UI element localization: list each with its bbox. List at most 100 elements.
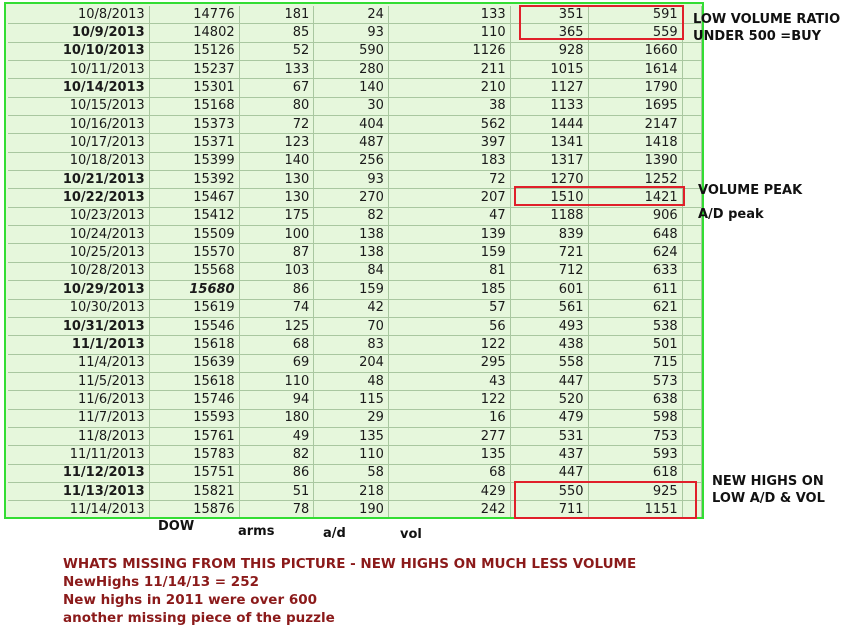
cell-ad: 42 [313, 299, 389, 318]
cell-arms: 123 [239, 133, 315, 153]
cell-date: 11/12/2013 [8, 464, 150, 483]
cell-col6: 1127 [510, 78, 589, 98]
cell-ad: 58 [313, 464, 389, 483]
cell-dow: 15373 [149, 115, 240, 135]
table-row: 11/6/2013 15746 94 115 122 520 638 [8, 390, 702, 410]
table-row: 10/30/2013 15619 74 42 57 561 621 [8, 299, 702, 318]
cell-col7: 648 [588, 225, 683, 245]
cell-date: 10/30/2013 [8, 299, 150, 318]
table-row: 11/7/2013 15593 180 29 16 479 598 [8, 409, 702, 428]
cell-col7: 593 [588, 445, 683, 465]
cell-date: 10/8/2013 [8, 6, 150, 25]
cell-arms: 69 [239, 354, 315, 373]
cell-vol: 57 [388, 299, 511, 318]
market-data-table: 10/8/2013 14776 181 24 133 351 591 10/9/2013 148… [8, 6, 702, 517]
cell-arms: 140 [239, 152, 315, 172]
cell-arms: 49 [239, 427, 315, 447]
cell-arms: 72 [239, 115, 315, 135]
highlight-box-volume-peak [514, 186, 685, 206]
cell-arms: 52 [239, 42, 315, 62]
data-grid: 10/8/2013 14776 181 24 133 351 591 10/9/2013 148… [4, 2, 704, 519]
cell-arms: 85 [239, 23, 315, 43]
cell-dow: 15399 [149, 152, 240, 172]
cell-arms: 87 [239, 243, 315, 263]
cell-date: 11/13/2013 [8, 482, 150, 502]
cell-arms: 67 [239, 78, 315, 98]
cell-arms: 175 [239, 207, 315, 227]
cell-arms: 86 [239, 464, 315, 483]
cell-dow: 15126 [149, 42, 240, 62]
cell-dow: 15237 [149, 60, 240, 80]
cell-ad: 93 [313, 170, 389, 190]
cell-col7: 1660 [588, 42, 683, 62]
cell-date: 10/14/2013 [8, 78, 150, 98]
cell-empty [682, 372, 702, 392]
cell-vol: 122 [388, 335, 511, 355]
table-row: 10/16/2013 15373 72 404 562 1444 2147 [8, 115, 702, 135]
cell-date: 10/16/2013 [8, 115, 150, 135]
cell-empty [682, 280, 702, 300]
cell-date: 10/24/2013 [8, 225, 150, 245]
annotation-volume-peak: VOLUME PEAK [698, 183, 803, 198]
cell-arms: 181 [239, 6, 315, 25]
cell-ad: 29 [313, 409, 389, 428]
table-row: 10/11/2013 15237 133 280 211 1015 1614 [8, 60, 702, 80]
cell-ad: 280 [313, 60, 389, 80]
table-row: 10/23/2013 15412 175 82 47 1188 906 [8, 207, 702, 227]
cell-date: 10/18/2013 [8, 152, 150, 172]
cell-vol: 135 [388, 445, 511, 465]
cell-ad: 590 [313, 42, 389, 62]
cell-date: 10/10/2013 [8, 42, 150, 62]
cell-dow: 15783 [149, 445, 240, 465]
cell-arms: 78 [239, 500, 315, 517]
cell-ad: 115 [313, 390, 389, 410]
cell-col7: 715 [588, 354, 683, 373]
cell-dow: 15593 [149, 409, 240, 428]
cell-empty [682, 97, 702, 117]
cell-dow: 15546 [149, 317, 240, 337]
cell-date: 10/25/2013 [8, 243, 150, 263]
cell-arms: 74 [239, 299, 315, 318]
cell-vol: 47 [388, 207, 511, 227]
cell-ad: 190 [313, 500, 389, 517]
cell-dow: 15392 [149, 170, 240, 190]
cell-vol: 211 [388, 60, 511, 80]
cell-col7: 624 [588, 243, 683, 263]
cell-col7: 538 [588, 317, 683, 337]
cell-dow: 15168 [149, 97, 240, 117]
table-row: 10/31/2013 15546 125 70 56 493 538 [8, 317, 702, 337]
cell-col6: 520 [510, 390, 589, 410]
cell-arms: 110 [239, 372, 315, 392]
cell-arms: 86 [239, 280, 315, 300]
cell-ad: 83 [313, 335, 389, 355]
footer-note: WHATS MISSING FROM THIS PICTURE - NEW HI… [63, 555, 636, 627]
cell-col6: 1444 [510, 115, 589, 135]
cell-arms: 103 [239, 262, 315, 282]
cell-arms: 82 [239, 445, 315, 465]
cell-empty [682, 445, 702, 465]
cell-ad: 404 [313, 115, 389, 135]
cell-vol: 133 [388, 6, 511, 25]
cell-vol: 1126 [388, 42, 511, 62]
cell-empty [682, 427, 702, 447]
cell-empty [682, 152, 702, 172]
cell-col6: 1188 [510, 207, 589, 227]
cell-vol: 242 [388, 500, 511, 517]
cell-ad: 270 [313, 188, 389, 208]
cell-col6: 447 [510, 464, 589, 483]
cell-date: 10/9/2013 [8, 23, 150, 43]
cell-arms: 94 [239, 390, 315, 410]
cell-col6: 558 [510, 354, 589, 373]
table-row: 10/17/2013 15371 123 487 397 1341 1418 [8, 133, 702, 153]
cell-date: 10/17/2013 [8, 133, 150, 153]
table-row: 11/4/2013 15639 69 204 295 558 715 [8, 354, 702, 373]
cell-col7: 621 [588, 299, 683, 318]
annotation-new-highs: NEW HIGHS ON LOW A/D & VOL [712, 473, 825, 507]
cell-ad: 135 [313, 427, 389, 447]
cell-empty [682, 262, 702, 282]
cell-col6: 1015 [510, 60, 589, 80]
table-row: 11/1/2013 15618 68 83 122 438 501 [8, 335, 702, 355]
cell-arms: 180 [239, 409, 315, 428]
cell-ad: 138 [313, 225, 389, 245]
cell-vol: 110 [388, 23, 511, 43]
